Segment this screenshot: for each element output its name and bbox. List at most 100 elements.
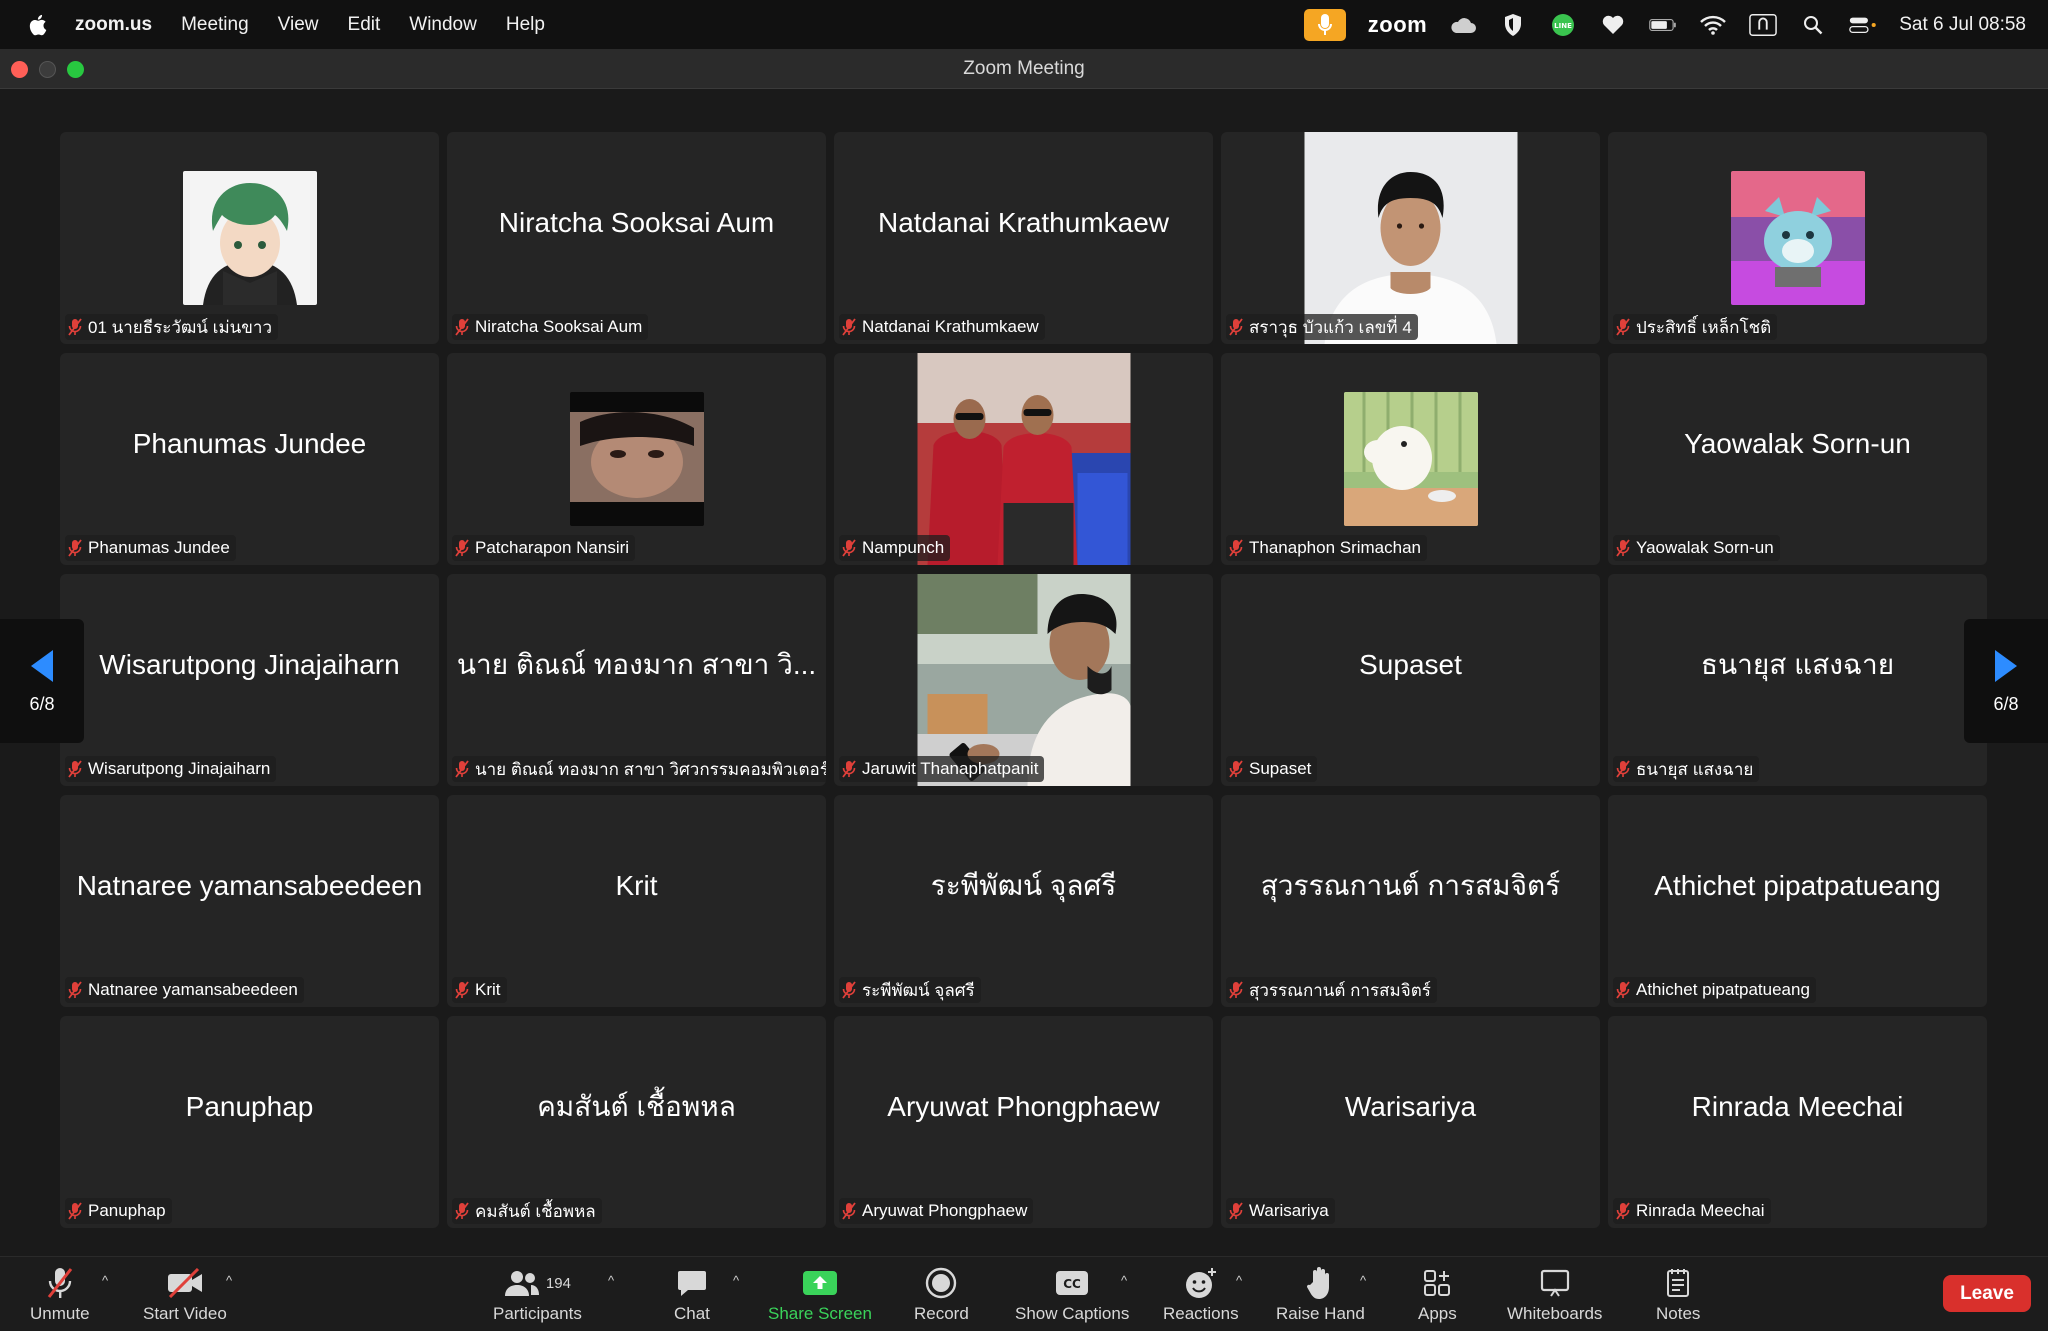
arrow-left-icon	[31, 649, 53, 682]
participant-tile[interactable]: Rinrada Meechai Rinrada Meechai	[1608, 1016, 1987, 1228]
menu-view[interactable]: View	[278, 14, 319, 36]
participant-display-name: Aryuwat Phongphaew	[887, 1091, 1160, 1122]
participant-name-label: Natdanai Krathumkaew	[839, 314, 1045, 340]
participant-name: นาย ติณณ์ ทองมาก สาขา วิศวกรรมคอมพิวเตอร…	[475, 759, 826, 779]
participant-display-name: สุวรรณกานต์ การสมจิตร์	[1260, 870, 1561, 901]
participant-name: Natnaree yamansabeedeen	[88, 980, 298, 999]
unmute-button[interactable]: Unmute	[30, 1265, 90, 1324]
participant-tile[interactable]: Supaset Supaset	[1221, 574, 1600, 786]
mic-muted-icon	[1616, 539, 1630, 557]
participant-tile[interactable]: Yaowalak Sorn-un Yaowalak Sorn-un	[1608, 353, 1987, 565]
window-title: Zoom Meeting	[963, 57, 1085, 79]
participant-tile[interactable]: คมสันต์ เชื้อพหล คมสันต์ เชื้อพหล	[447, 1016, 826, 1228]
show-captions-button[interactable]: CC Show Captions	[1015, 1265, 1129, 1324]
participant-tile[interactable]: Niratcha Sooksai Aum Niratcha Sooksai Aum	[447, 132, 826, 344]
captions-caret-icon[interactable]: ^	[1121, 1273, 1127, 1288]
notes-button[interactable]: Notes	[1656, 1265, 1700, 1324]
mic-muted-icon	[68, 539, 82, 557]
participant-tile[interactable]: Thanaphon Srimachan	[1221, 353, 1600, 565]
participant-name: Natdanai Krathumkaew	[862, 317, 1039, 336]
participant-display-name: Panuphap	[185, 1091, 314, 1122]
participant-name-label: สุวรรณกานต์ การสมจิตร์	[1226, 977, 1437, 1003]
mic-status-icon[interactable]	[1303, 8, 1346, 41]
participant-tile[interactable]: Panuphap Panuphap	[60, 1016, 439, 1228]
menu-app-name[interactable]: zoom.us	[75, 14, 152, 36]
participant-tile[interactable]: Natdanai Krathumkaew Natdanai Krathumkaew	[834, 132, 1213, 344]
window-close-button[interactable]	[11, 61, 28, 78]
mic-muted-icon	[455, 1202, 469, 1220]
cloud-icon[interactable]	[1449, 11, 1477, 39]
audio-options-caret-icon[interactable]: ^	[102, 1273, 108, 1288]
reactions-button[interactable]: Reactions	[1163, 1265, 1239, 1324]
menu-window[interactable]: Window	[409, 14, 477, 36]
control-center-icon[interactable]	[1849, 11, 1877, 39]
participant-tile[interactable]: Natnaree yamansabeedeen Natnaree yamansab…	[60, 795, 439, 1007]
participant-tile[interactable]: Phanumas Jundee Phanumas Jundee	[60, 353, 439, 565]
mic-muted-icon	[1616, 981, 1630, 999]
participant-tile[interactable]: Wisarutpong Jinajaiharn Wisarutpong Jinaj…	[60, 574, 439, 786]
reactions-smiley-icon	[1185, 1268, 1216, 1298]
participant-tile[interactable]: Warisariya Warisariya	[1221, 1016, 1600, 1228]
apps-label: Apps	[1418, 1304, 1457, 1323]
menu-meeting[interactable]: Meeting	[181, 14, 249, 36]
input-source-icon[interactable]	[1749, 11, 1778, 39]
participants-caret-icon[interactable]: ^	[608, 1273, 614, 1288]
participant-display-name: Natdanai Krathumkaew	[877, 207, 1170, 238]
reactions-label: Reactions	[1163, 1304, 1239, 1323]
shield-icon[interactable]	[1499, 11, 1527, 39]
participant-name-label: Wisarutpong Jinajaiharn	[65, 756, 277, 782]
participant-tile[interactable]: 01 นายธีระวัฒน์ เม่นขาว	[60, 132, 439, 344]
start-video-button[interactable]: Start Video	[143, 1265, 227, 1324]
battery-icon[interactable]	[1649, 11, 1677, 39]
leave-button[interactable]: Leave	[1943, 1275, 2031, 1312]
participant-tile[interactable]: ธนายุส แสงฉาย ธนายุส แสงฉาย	[1608, 574, 1987, 786]
participant-name-label: สราวุธ บัวแก้ว เลขที่ 4	[1226, 314, 1418, 340]
mic-muted-icon	[842, 539, 856, 557]
participant-tile[interactable]: Athichet pipatpatueang Athichet pipatpatu…	[1608, 795, 1987, 1007]
participant-tile[interactable]: Patcharapon Nansiri	[447, 353, 826, 565]
participant-tile[interactable]: Aryuwat Phongphaew Aryuwat Phongphaew	[834, 1016, 1213, 1228]
participants-button[interactable]: 194 Participants	[493, 1265, 582, 1324]
participant-name-label: ประสิทธิ์ เหล็กโชติ	[1613, 314, 1778, 340]
window-title-bar: Zoom Meeting	[0, 49, 2048, 89]
whiteboards-button[interactable]: Whiteboards	[1507, 1265, 1602, 1324]
share-screen-button[interactable]: Share Screen	[768, 1265, 872, 1324]
reactions-caret-icon[interactable]: ^	[1236, 1273, 1242, 1288]
apps-button[interactable]: Apps	[1418, 1265, 1457, 1324]
participant-display-name: คมสันต์ เชื้อพหล	[537, 1091, 736, 1122]
participant-tile[interactable]: Nampunch	[834, 353, 1213, 565]
zoom-status-label[interactable]: zoom	[1368, 12, 1427, 38]
record-button[interactable]: Record	[914, 1265, 969, 1324]
participant-name: สราวุธ บัวแก้ว เลขที่ 4	[1249, 317, 1412, 337]
menu-help[interactable]: Help	[506, 14, 545, 36]
apple-logo-icon[interactable]	[27, 13, 51, 37]
participant-tile[interactable]: นาย ติณณ์ ทองมาก สาขา วิ... นาย ติณณ์ ทอง…	[447, 574, 826, 786]
spotlight-search-icon[interactable]	[1799, 11, 1827, 39]
chat-button[interactable]: Chat	[674, 1265, 710, 1324]
previous-page-button[interactable]: 6/8	[0, 619, 84, 743]
participant-tile[interactable]: Jaruwit Thanaphatpanit	[834, 574, 1213, 786]
participant-tile[interactable]: ระพีพัฒน์ จุลศรี ระพีพัฒน์ จุลศรี	[834, 795, 1213, 1007]
mic-muted-icon	[47, 1268, 72, 1298]
participant-tile[interactable]: สุวรรณกานต์ การสมจิตร์สุวรรณกานต์ การสมจ…	[1221, 795, 1600, 1007]
participant-name-label: Warisariya	[1226, 1198, 1335, 1224]
next-page-button[interactable]: 6/8	[1964, 619, 2048, 743]
video-options-caret-icon[interactable]: ^	[226, 1273, 232, 1288]
heart-icon[interactable]	[1599, 11, 1627, 39]
chat-caret-icon[interactable]: ^	[733, 1273, 739, 1288]
participant-tile[interactable]: สราวุธ บัวแก้ว เลขที่ 4	[1221, 132, 1600, 344]
wifi-icon[interactable]	[1699, 11, 1727, 39]
menubar-clock[interactable]: Sat 6 Jul 08:58	[1899, 14, 2026, 36]
menu-edit[interactable]: Edit	[348, 14, 381, 36]
participant-name: Phanumas Jundee	[88, 538, 230, 557]
window-minimize-button[interactable]	[39, 61, 56, 78]
participant-tile[interactable]: Krit Krit	[447, 795, 826, 1007]
participant-tile[interactable]: ประสิทธิ์ เหล็กโชติ	[1608, 132, 1987, 344]
raise-hand-caret-icon[interactable]: ^	[1360, 1273, 1366, 1288]
window-maximize-button[interactable]	[67, 61, 84, 78]
raise-hand-button[interactable]: Raise Hand	[1276, 1265, 1365, 1324]
line-app-icon[interactable]: LINE	[1549, 11, 1577, 39]
chat-icon	[677, 1271, 706, 1296]
participant-name-label: Athichet pipatpatueang	[1613, 977, 1816, 1003]
participant-name-label: ระพีพัฒน์ จุลศรี	[839, 977, 981, 1003]
